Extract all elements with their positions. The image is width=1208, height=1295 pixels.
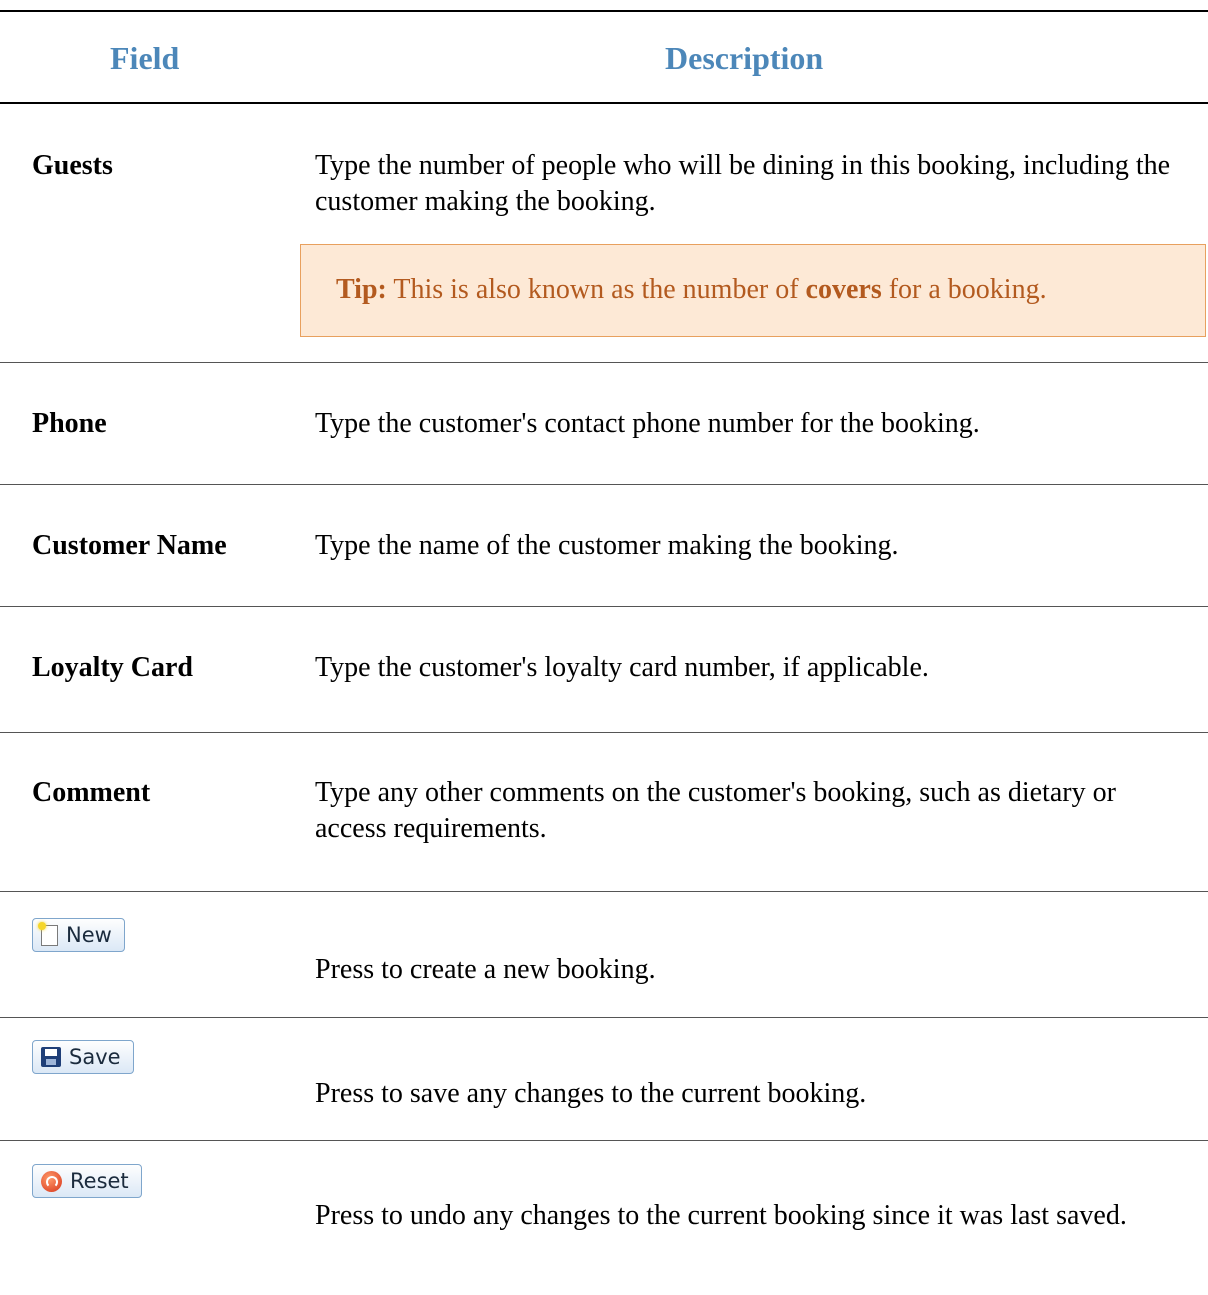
row-divider (0, 1140, 1208, 1141)
new-button[interactable]: New (32, 918, 125, 952)
save-button[interactable]: Save (32, 1040, 134, 1074)
field-name: Customer Name (32, 530, 227, 561)
save-button-label: Save (69, 1045, 121, 1069)
row-divider (0, 484, 1208, 485)
tip-text-after: for a booking. (888, 274, 1047, 305)
field-description: Type the name of the customer making the… (315, 530, 899, 561)
reset-button-label: Reset (70, 1169, 129, 1193)
new-button-label: New (66, 923, 112, 947)
table-top-rule (0, 10, 1208, 12)
header-field: Field (110, 40, 180, 76)
field-description: Type the customer's contact phone number… (315, 408, 980, 439)
tip-box: Tip: This is also known as the number of… (300, 244, 1206, 337)
field-name: Loyalty Card (32, 652, 193, 683)
field-name: Guests (32, 150, 113, 181)
row-divider (0, 1017, 1208, 1018)
button-description: Press to create a new booking. (315, 954, 656, 985)
reset-button[interactable]: Reset (32, 1164, 142, 1198)
button-description: Press to undo any changes to the current… (315, 1200, 1127, 1231)
tip-bold-term: covers (805, 274, 882, 305)
field-description: Type the number of people who will be di… (315, 150, 1171, 217)
field-description: Type any other comments on the customer'… (315, 777, 1116, 844)
row-divider (0, 606, 1208, 607)
tip-text-before: This is also known as the number of (393, 274, 799, 305)
button-description: Press to save any changes to the current… (315, 1078, 867, 1109)
field-description: Type the customer's loyalty card number,… (315, 652, 929, 683)
header-rule (0, 102, 1208, 104)
header-description: Description (665, 40, 824, 76)
row-divider (0, 732, 1208, 733)
floppy-disk-icon (41, 1047, 61, 1067)
row-divider (0, 891, 1208, 892)
field-name: Phone (32, 408, 107, 439)
new-document-icon (38, 921, 58, 946)
reset-icon (41, 1170, 62, 1192)
row-divider (0, 362, 1208, 363)
field-name: Comment (32, 777, 151, 808)
tip-label: Tip: (336, 274, 387, 305)
